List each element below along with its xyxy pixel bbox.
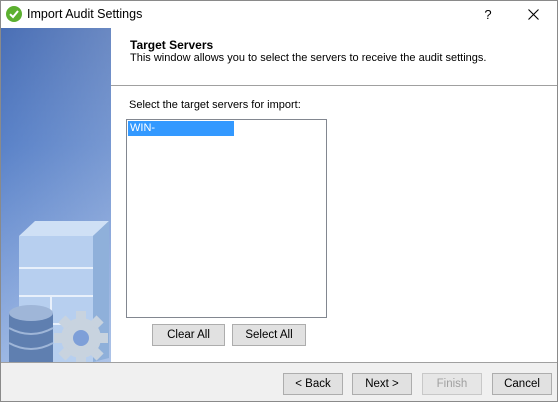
page-title: Target Servers [130, 38, 214, 52]
finish-button[interactable]: Finish [422, 373, 482, 395]
clear-all-button[interactable]: Clear All [152, 324, 225, 346]
dialog-window: Import Audit Settings ? Target Servers T… [0, 0, 558, 402]
window-title: Import Audit Settings [27, 7, 143, 21]
cancel-button[interactable]: Cancel [492, 373, 552, 395]
title-bar: Import Audit Settings ? [1, 1, 557, 28]
close-icon [528, 9, 539, 20]
list-item[interactable]: WIN- [128, 121, 234, 136]
sidebar-banner [1, 28, 111, 362]
check-circle-icon [6, 6, 22, 22]
server-listbox[interactable]: WIN- [126, 119, 327, 318]
next-button[interactable]: Next > [352, 373, 412, 395]
close-button[interactable] [511, 1, 557, 28]
select-all-button[interactable]: Select All [232, 324, 306, 346]
wizard-content: Select the target servers for import: WI… [111, 86, 557, 362]
server-database-gear-illustration [8, 221, 109, 362]
back-button[interactable]: < Back [283, 373, 343, 395]
servers-prompt: Select the target servers for import: [129, 99, 301, 111]
help-button[interactable]: ? [465, 1, 511, 28]
wizard-footer: < Back Next > Finish Cancel [1, 363, 557, 401]
wizard-header: Target Servers This window allows you to… [111, 28, 557, 85]
page-description: This window allows you to select the ser… [130, 52, 487, 64]
